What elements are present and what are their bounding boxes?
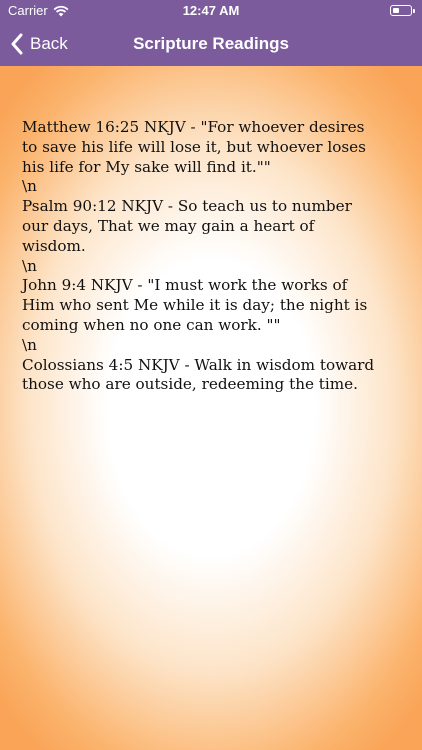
page-title: Scripture Readings bbox=[133, 34, 289, 53]
scripture-text: Matthew 16:25 NKJV - "For whoever desire… bbox=[22, 118, 375, 394]
status-bar: Carrier 12:47 AM bbox=[0, 0, 422, 22]
battery-level bbox=[393, 8, 399, 13]
navigation-bar: Back Scripture Readings bbox=[0, 22, 422, 66]
scripture-content: Matthew 16:25 NKJV - "For whoever desire… bbox=[0, 66, 422, 750]
header: Carrier 12:47 AM Back Scripture Readings bbox=[0, 0, 422, 66]
status-time: 12:47 AM bbox=[182, 3, 240, 18]
battery-icon bbox=[390, 5, 415, 16]
